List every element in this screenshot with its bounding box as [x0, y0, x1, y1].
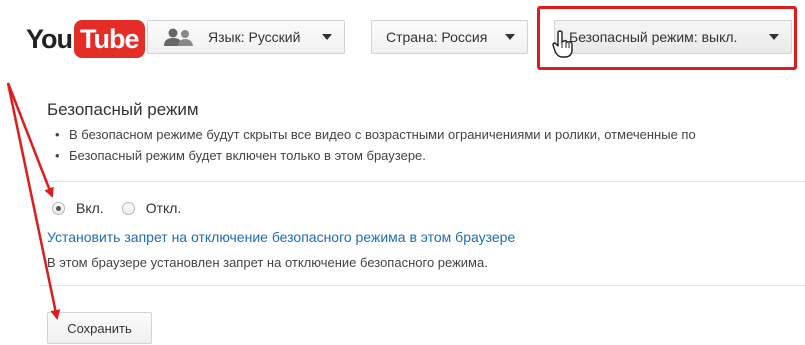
chevron-down-icon: [322, 34, 332, 40]
radio-off[interactable]: [121, 201, 135, 215]
bullet-text: Безопасный режим будет включен только в …: [69, 148, 426, 163]
highlight-frame: [537, 6, 797, 70]
hand-cursor-icon: [552, 30, 573, 58]
bullet-icon: •: [55, 127, 60, 142]
lock-status-note: В этом браузере установлен запрет на отк…: [47, 255, 488, 270]
language-dropdown[interactable]: Язык: Русский: [147, 20, 345, 54]
country-label: Страна: Россия: [386, 29, 488, 45]
radio-on-label[interactable]: Вкл.: [76, 200, 104, 216]
people-icon: [164, 28, 193, 46]
lock-safe-mode-link[interactable]: Установить запрет на отключение безопасн…: [47, 229, 515, 245]
top-bar: You Tube Язык: Русский Страна: Россия Бе…: [0, 0, 805, 88]
list-item: • В безопасном режиме будут скрыты все в…: [55, 124, 805, 145]
bullet-text: В безопасном режиме будут скрыты все вид…: [69, 127, 696, 142]
info-list: • В безопасном режиме будут скрыты все в…: [55, 124, 805, 166]
radio-on[interactable]: [52, 201, 65, 215]
safe-mode-radio-group: Вкл. Откл.: [52, 200, 199, 216]
youtube-logo[interactable]: You Tube: [26, 20, 145, 58]
language-label: Язык: Русский: [208, 29, 301, 45]
radio-off-label[interactable]: Откл.: [146, 200, 182, 216]
divider: [40, 285, 805, 286]
logo-you-text: You: [26, 23, 73, 54]
save-button[interactable]: Сохранить: [47, 312, 152, 344]
country-dropdown[interactable]: Страна: Россия: [371, 20, 528, 54]
chevron-down-icon: [505, 34, 515, 40]
annotation-arrow: [6, 82, 54, 198]
list-item: • Безопасный режим будет включен только …: [55, 145, 805, 166]
divider: [40, 181, 805, 182]
logo-tube-text: Tube: [74, 20, 145, 58]
section-title: Безопасный режим: [47, 100, 199, 119]
bullet-icon: •: [55, 148, 60, 163]
